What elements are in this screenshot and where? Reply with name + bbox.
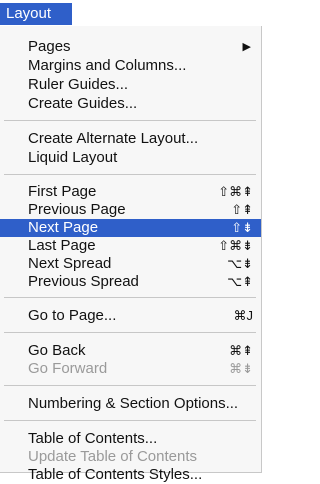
menu-item-label: Liquid Layout bbox=[28, 149, 118, 166]
menu-item-update-table-of-contents: Update Table of Contents bbox=[0, 448, 261, 466]
menu-separator bbox=[4, 420, 256, 421]
menu-item-table-of-contents-styles[interactable]: Table of Contents Styles... bbox=[0, 466, 261, 483]
menu-item-create-alternate-layout[interactable]: Create Alternate Layout... bbox=[0, 130, 261, 148]
menu-item-shortcut: ⇧⌘⇞ bbox=[218, 184, 253, 199]
menu-item-numbering-section-options[interactable]: Numbering & Section Options... bbox=[0, 395, 261, 413]
menu-item-first-page[interactable]: First Page ⇧⌘⇞ bbox=[0, 183, 261, 201]
menu-item-previous-page[interactable]: Previous Page ⇧⇞ bbox=[0, 201, 261, 219]
menu-item-shortcut: ⇧⇞ bbox=[231, 202, 253, 217]
menu-item-last-page[interactable]: Last Page ⇧⌘⇟ bbox=[0, 237, 261, 255]
menu-item-liquid-layout[interactable]: Liquid Layout bbox=[0, 149, 261, 167]
menu-separator bbox=[4, 332, 256, 333]
menu-item-margins-and-columns[interactable]: Margins and Columns... bbox=[0, 57, 261, 75]
menu-item-label: First Page bbox=[28, 183, 97, 200]
menu-item-go-forward: Go Forward ⌘⇟ bbox=[0, 360, 261, 378]
menu-title-layout[interactable]: Layout bbox=[0, 3, 72, 25]
menu-item-shortcut: ⌘⇟ bbox=[229, 361, 253, 376]
menu-item-label: Previous Spread bbox=[28, 273, 139, 290]
menu-item-label: Pages bbox=[28, 38, 71, 55]
menu-item-shortcut: ⇧⌘⇟ bbox=[218, 238, 253, 253]
menu-item-label: Previous Page bbox=[28, 201, 126, 218]
menu-item-table-of-contents[interactable]: Table of Contents... bbox=[0, 430, 261, 448]
menu-item-label: Margins and Columns... bbox=[28, 57, 187, 74]
menu-item-pages[interactable]: Pages ▶ bbox=[0, 38, 261, 56]
menu-item-shortcut: ⇧⇟ bbox=[231, 220, 253, 235]
menu-item-label: Last Page bbox=[28, 237, 96, 254]
submenu-arrow-icon: ▶ bbox=[242, 41, 251, 53]
menu-item-label: Create Guides... bbox=[28, 95, 138, 112]
menu-item-next-spread[interactable]: Next Spread ⌥⇟ bbox=[0, 255, 261, 273]
menu-item-go-to-page[interactable]: Go to Page... ⌘J bbox=[0, 307, 261, 325]
menu-item-label: Update Table of Contents bbox=[28, 448, 198, 465]
menu-item-shortcut: ⌘⇞ bbox=[229, 343, 253, 358]
menu-item-shortcut: ⌘J bbox=[233, 308, 254, 323]
menu-item-label: Go Back bbox=[28, 342, 86, 359]
layout-menu-panel: Pages ▶ Margins and Columns... Ruler Gui… bbox=[0, 26, 262, 483]
menu-item-label: Go to Page... bbox=[28, 307, 117, 324]
menu-item-label: Next Spread bbox=[28, 255, 112, 272]
menu-item-label: Table of Contents... bbox=[28, 430, 158, 447]
menu-separator bbox=[4, 174, 256, 175]
menu-item-label: Go Forward bbox=[28, 360, 108, 377]
menu-separator bbox=[4, 385, 256, 386]
menu-separator bbox=[4, 120, 256, 121]
menu-item-create-guides[interactable]: Create Guides... bbox=[0, 95, 261, 113]
menu-item-label: Numbering & Section Options... bbox=[28, 395, 239, 412]
menu-item-next-page[interactable]: Next Page ⇧⇟ bbox=[0, 219, 261, 237]
menu-item-label: Create Alternate Layout... bbox=[28, 130, 199, 147]
menu-item-label: Table of Contents Styles... bbox=[28, 466, 203, 483]
menu-item-shortcut: ⌥⇟ bbox=[227, 256, 253, 271]
menu-item-label: Ruler Guides... bbox=[28, 76, 129, 93]
menu-item-label: Next Page bbox=[28, 219, 99, 236]
menu-separator bbox=[4, 297, 256, 298]
menu-item-go-back[interactable]: Go Back ⌘⇞ bbox=[0, 342, 261, 360]
menu-item-shortcut: ⌥⇞ bbox=[227, 274, 253, 289]
menu-item-ruler-guides[interactable]: Ruler Guides... bbox=[0, 76, 261, 94]
menu-item-previous-spread[interactable]: Previous Spread ⌥⇞ bbox=[0, 273, 261, 291]
